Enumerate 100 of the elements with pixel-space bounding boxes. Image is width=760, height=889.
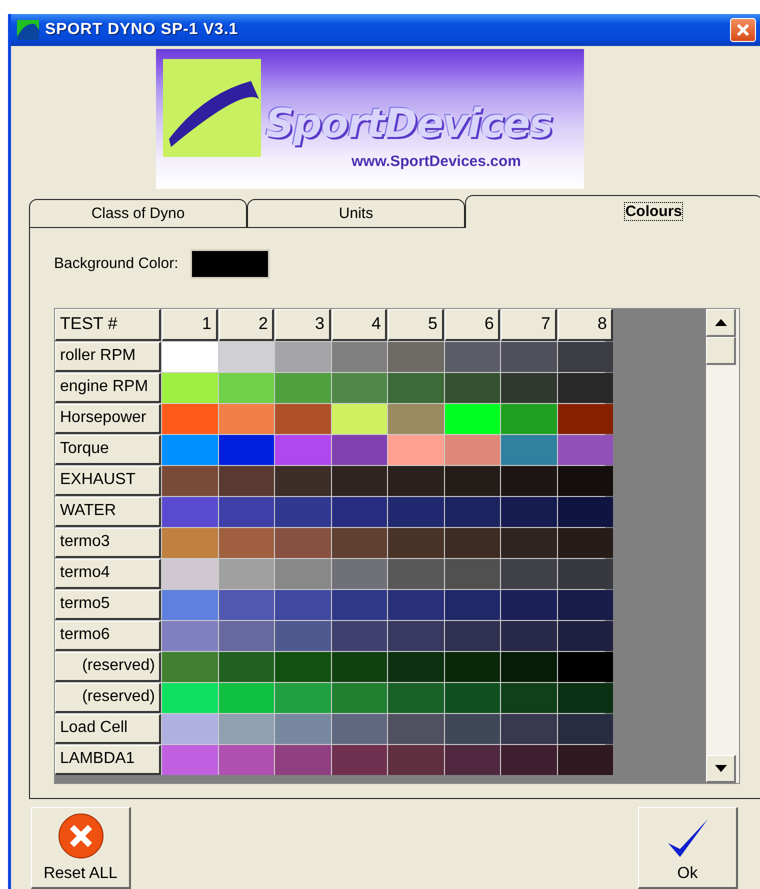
color-cell[interactable]	[444, 342, 500, 372]
color-cell[interactable]	[332, 342, 387, 372]
color-cell[interactable]	[388, 342, 444, 372]
color-cell[interactable]	[218, 714, 274, 744]
color-cell[interactable]	[275, 620, 330, 651]
color-cell[interactable]	[218, 744, 274, 775]
color-cell[interactable]	[275, 496, 330, 527]
color-cell[interactable]	[558, 714, 613, 744]
color-cell[interactable]	[558, 466, 613, 496]
color-cell[interactable]	[218, 434, 274, 465]
color-cell[interactable]	[332, 496, 387, 527]
color-cell[interactable]	[558, 590, 613, 620]
color-cell[interactable]	[162, 342, 218, 372]
color-cell[interactable]	[558, 528, 613, 558]
color-cell[interactable]	[388, 744, 444, 775]
color-cell[interactable]	[501, 342, 556, 372]
color-cell[interactable]	[388, 528, 444, 558]
color-cell[interactable]	[501, 590, 556, 620]
tab[interactable]: Colours	[465, 194, 760, 228]
color-cell[interactable]	[162, 558, 218, 589]
color-cell[interactable]	[218, 590, 274, 620]
color-cell[interactable]	[218, 404, 274, 434]
color-cell[interactable]	[388, 434, 444, 465]
color-cell[interactable]	[275, 434, 330, 465]
color-cell[interactable]	[444, 682, 500, 713]
color-cell[interactable]	[558, 620, 613, 651]
color-cell[interactable]	[558, 342, 613, 372]
color-cell[interactable]	[444, 496, 500, 527]
color-cell[interactable]	[388, 496, 444, 527]
color-cell[interactable]	[388, 466, 444, 496]
reset-button[interactable]: Reset ALL	[31, 807, 131, 889]
color-cell[interactable]	[501, 528, 556, 558]
color-cell[interactable]	[501, 434, 556, 465]
color-cell[interactable]	[501, 744, 556, 775]
color-cell[interactable]	[388, 404, 444, 434]
color-cell[interactable]	[162, 652, 218, 682]
color-cell[interactable]	[501, 714, 556, 744]
color-cell[interactable]	[501, 620, 556, 651]
color-cell[interactable]	[275, 466, 330, 496]
color-cell[interactable]	[444, 590, 500, 620]
ok-button[interactable]: Ok	[638, 807, 738, 889]
color-cell[interactable]	[332, 372, 387, 403]
color-cell[interactable]	[218, 620, 274, 651]
color-cell[interactable]	[332, 652, 387, 682]
color-cell[interactable]	[444, 466, 500, 496]
color-cell[interactable]	[218, 558, 274, 589]
color-cell[interactable]	[444, 744, 500, 775]
color-cell[interactable]	[162, 682, 218, 713]
color-cell[interactable]	[558, 682, 613, 713]
scroll-thumb[interactable]	[706, 336, 736, 365]
color-cell[interactable]	[218, 496, 274, 527]
tab[interactable]: Units	[247, 198, 465, 228]
color-cell[interactable]	[275, 652, 330, 682]
color-cell[interactable]	[444, 434, 500, 465]
color-cell[interactable]	[275, 714, 330, 744]
color-cell[interactable]	[332, 714, 387, 744]
color-cell[interactable]	[218, 682, 274, 713]
color-cell[interactable]	[218, 372, 274, 403]
color-cell[interactable]	[444, 652, 500, 682]
color-cell[interactable]	[275, 342, 330, 372]
color-cell[interactable]	[332, 404, 387, 434]
color-cell[interactable]	[558, 744, 613, 775]
color-cell[interactable]	[162, 372, 218, 403]
color-cell[interactable]	[332, 434, 387, 465]
color-cell[interactable]	[218, 466, 274, 496]
color-cell[interactable]	[275, 590, 330, 620]
color-cell[interactable]	[558, 652, 613, 682]
color-cell[interactable]	[162, 744, 218, 775]
color-cell[interactable]	[388, 682, 444, 713]
color-cell[interactable]	[275, 404, 330, 434]
color-cell[interactable]	[501, 652, 556, 682]
color-cell[interactable]	[388, 714, 444, 744]
color-cell[interactable]	[332, 528, 387, 558]
color-cell[interactable]	[162, 714, 218, 744]
tab[interactable]: Class of Dyno	[29, 198, 247, 228]
color-cell[interactable]	[275, 744, 330, 775]
color-cell[interactable]	[275, 682, 330, 713]
color-cell[interactable]	[218, 342, 274, 372]
color-cell[interactable]	[501, 682, 556, 713]
color-cell[interactable]	[501, 466, 556, 496]
color-swatch[interactable]	[190, 248, 270, 279]
color-cell[interactable]	[558, 496, 613, 527]
color-cell[interactable]	[444, 372, 500, 403]
color-cell[interactable]	[332, 620, 387, 651]
color-cell[interactable]	[388, 652, 444, 682]
color-cell[interactable]	[332, 558, 387, 589]
color-cell[interactable]	[388, 372, 444, 403]
color-cell[interactable]	[275, 558, 330, 589]
scrollbar[interactable]	[706, 308, 739, 783]
color-cell[interactable]	[162, 620, 218, 651]
color-cell[interactable]	[162, 466, 218, 496]
close-button[interactable]	[730, 18, 756, 42]
color-cell[interactable]	[501, 496, 556, 527]
color-cell[interactable]	[332, 682, 387, 713]
color-cell[interactable]	[275, 372, 330, 403]
color-cell[interactable]	[444, 528, 500, 558]
color-cell[interactable]	[444, 714, 500, 744]
color-cell[interactable]	[501, 372, 556, 403]
color-cell[interactable]	[218, 652, 274, 682]
color-cell[interactable]	[388, 558, 444, 589]
